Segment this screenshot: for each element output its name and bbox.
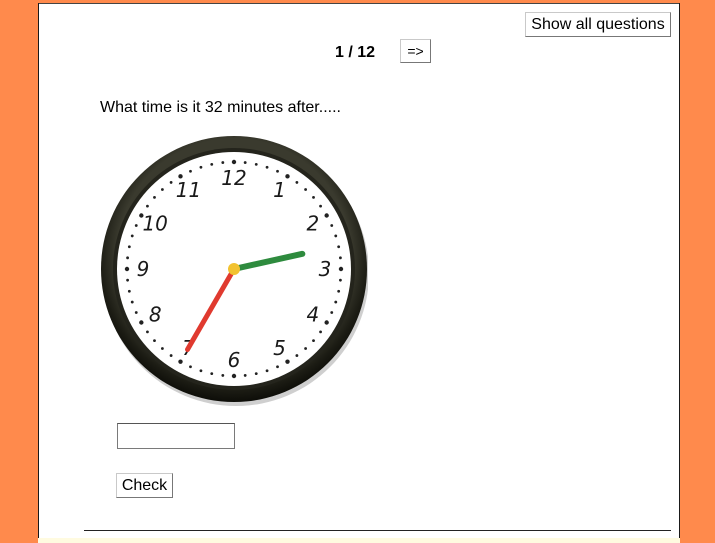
minute-tick xyxy=(339,256,342,260)
minute-tick xyxy=(337,245,341,249)
check-button[interactable]: Check xyxy=(116,473,173,498)
minute-tick xyxy=(295,354,299,357)
minute-tick xyxy=(324,213,329,218)
minute-tick xyxy=(161,347,164,350)
minute-tick xyxy=(124,266,130,272)
hour-numeral: 3 xyxy=(319,257,332,281)
minute-tick xyxy=(210,372,214,376)
minute-tick xyxy=(231,373,237,379)
minute-tick xyxy=(189,365,192,369)
minute-tick xyxy=(161,188,164,191)
minute-tick xyxy=(265,165,269,169)
show-all-questions-button[interactable]: Show all questions xyxy=(525,12,671,37)
minute-tick xyxy=(169,354,173,357)
answer-input[interactable] xyxy=(117,423,235,449)
minute-tick xyxy=(153,196,156,199)
bottom-strip xyxy=(38,538,680,543)
minute-tick xyxy=(221,161,225,164)
minute-tick xyxy=(276,365,279,369)
minute-tick xyxy=(254,162,258,166)
minute-tick xyxy=(221,374,225,377)
minute-tick xyxy=(304,347,307,350)
minute-tick xyxy=(127,245,131,249)
minute-tick xyxy=(178,359,183,364)
minute-tick xyxy=(319,204,322,208)
minute-tick xyxy=(199,369,203,373)
minute-tick xyxy=(337,289,341,293)
minute-tick xyxy=(153,339,156,342)
minute-tick xyxy=(330,311,334,314)
minute-tick xyxy=(134,311,138,314)
minute-tick xyxy=(130,300,134,304)
hour-numeral: 4 xyxy=(306,303,319,327)
analog-clock: 121234567891011 xyxy=(101,136,368,406)
hour-numeral: 11 xyxy=(176,178,201,202)
bottom-divider xyxy=(84,530,671,531)
next-question-button[interactable]: => xyxy=(400,39,431,63)
minute-tick xyxy=(146,204,149,208)
minute-tick xyxy=(276,169,279,173)
minute-tick xyxy=(169,181,173,184)
minute-tick xyxy=(312,339,315,342)
minute-tick xyxy=(338,266,344,272)
minute-tick xyxy=(134,224,138,227)
minute-tick xyxy=(126,278,129,282)
content-panel: Show all questions 1 / 12 => What time i… xyxy=(38,3,680,538)
minute-tick xyxy=(231,159,237,165)
minute-tick xyxy=(243,374,247,377)
hour-numeral: 2 xyxy=(306,212,319,236)
hour-numeral: 10 xyxy=(142,212,167,236)
minute-tick xyxy=(146,330,149,334)
minute-tick xyxy=(126,256,129,260)
minute-tick xyxy=(295,181,299,184)
minute-tick xyxy=(330,224,334,227)
minute-tick xyxy=(312,196,315,199)
minute-tick xyxy=(334,234,338,238)
minute-tick xyxy=(127,289,131,293)
minute-tick xyxy=(199,165,203,169)
question-counter: 1 / 12 xyxy=(334,44,376,61)
minute-tick xyxy=(254,372,258,376)
minute-tick xyxy=(304,188,307,191)
minute-tick xyxy=(285,174,290,179)
minute-tick xyxy=(130,234,134,238)
minute-tick xyxy=(339,278,342,282)
minute-tick xyxy=(189,169,192,173)
hour-numeral: 1 xyxy=(273,178,286,202)
hour-numeral: 6 xyxy=(228,348,241,372)
minute-tick xyxy=(334,300,338,304)
question-text: What time is it 32 minutes after..... xyxy=(100,99,341,116)
hour-numeral: 9 xyxy=(137,257,150,281)
minute-tick xyxy=(285,359,290,364)
clock-center-cap xyxy=(228,263,240,275)
hour-numeral: 12 xyxy=(221,166,246,190)
minute-tick xyxy=(243,161,247,164)
minute-tick xyxy=(324,320,329,325)
minute-tick xyxy=(319,330,322,334)
minute-tick xyxy=(210,162,214,166)
hour-numeral: 5 xyxy=(273,336,286,360)
top-divider xyxy=(39,3,679,4)
minute-tick xyxy=(139,320,144,325)
hour-numeral: 8 xyxy=(149,303,162,327)
minute-tick xyxy=(265,369,269,373)
